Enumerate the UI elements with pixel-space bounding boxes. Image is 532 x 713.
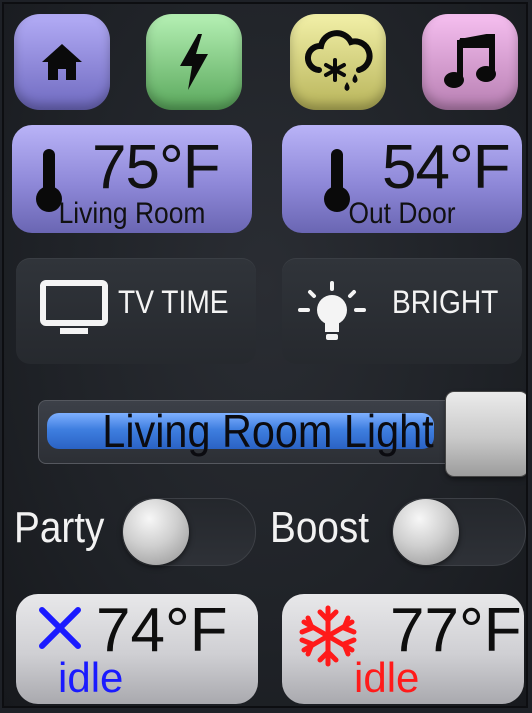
thermostat-right-state: idle (354, 654, 420, 701)
power-button[interactable] (146, 14, 242, 110)
bright-button[interactable]: BRIGHT (282, 258, 522, 364)
control-panel: 75°F Living Room 54°F Out Door TV TIME B… (2, 2, 528, 708)
boost-toggle-label: Boost (270, 503, 370, 552)
home-icon (42, 44, 82, 80)
outdoor-temperature-card[interactable]: 54°F Out Door (282, 125, 522, 233)
lightning-icon (180, 34, 208, 90)
tv-time-label: TV TIME (118, 284, 229, 320)
weather-button[interactable] (290, 14, 386, 110)
slider-label: Living Room Light (102, 405, 434, 457)
outdoor-temperature-label: Out Door (348, 197, 456, 230)
living-room-light-slider[interactable]: Living Room Light (38, 400, 498, 464)
lightbulb-icon (298, 281, 366, 340)
tv-icon (40, 280, 108, 334)
snowflake-icon (299, 605, 357, 667)
party-toggle-knob (123, 499, 189, 565)
slider-thumb[interactable] (446, 392, 526, 476)
party-toggle-label: Party (14, 503, 105, 552)
party-toggle[interactable] (122, 498, 256, 566)
bright-label: BRIGHT (392, 284, 499, 320)
close-x-icon (39, 607, 81, 649)
weather-snow-rain-icon (305, 30, 373, 91)
music-note-icon (444, 34, 496, 88)
tv-time-button[interactable]: TV TIME (16, 258, 256, 364)
living-room-temperature-card[interactable]: 75°F Living Room (12, 125, 252, 233)
thermostat-left-state: idle (58, 654, 124, 701)
boost-toggle[interactable] (392, 498, 526, 566)
living-room-temperature-value: 75°F (92, 133, 221, 202)
thermostat-right-card[interactable]: 77°F idle (282, 594, 524, 704)
outdoor-temperature-value: 54°F (382, 133, 511, 202)
thermostat-left-card[interactable]: 74°F idle (16, 594, 258, 704)
boost-toggle-knob (393, 499, 459, 565)
music-button[interactable] (422, 14, 518, 110)
living-room-temperature-label: Living Room (58, 197, 206, 230)
home-button[interactable] (14, 14, 110, 110)
